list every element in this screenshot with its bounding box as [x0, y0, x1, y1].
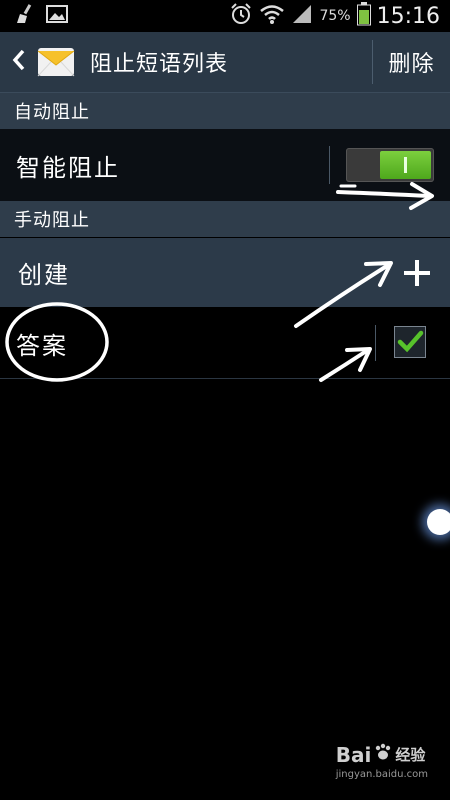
list-divider — [0, 378, 450, 379]
row-divider — [329, 146, 330, 184]
battery-icon — [356, 2, 371, 30]
section-header-auto-block: 自动阻止 — [0, 93, 450, 129]
page-title: 阻止短语列表 — [90, 52, 229, 77]
battery-percent: 75% — [319, 8, 351, 24]
list-item[interactable]: 答案 — [0, 308, 450, 378]
broom-icon — [14, 3, 36, 29]
watermark-logo: Bai 经验 — [336, 742, 428, 767]
alarm-icon — [229, 2, 253, 30]
back-button[interactable] — [4, 32, 34, 92]
paw-icon — [373, 742, 393, 767]
signal-icon — [291, 3, 313, 29]
status-bar: 75% 15:16 — [0, 0, 450, 32]
watermark-logo-suffix: 经验 — [395, 746, 426, 764]
watermark-url: jingyan.baidu.com — [335, 769, 428, 780]
create-row[interactable]: 创建 — [0, 238, 450, 307]
create-label: 创建 — [18, 261, 70, 289]
message-envelope-icon — [36, 42, 76, 82]
add-icon[interactable] — [396, 252, 438, 294]
toggle-knob — [380, 151, 431, 179]
watermark: Bai 经验 jingyan.baidu.com — [335, 742, 428, 781]
row-divider — [375, 325, 376, 361]
section-header-manual-block: 手动阻止 — [0, 201, 450, 237]
floating-dot[interactable] — [427, 509, 450, 535]
phrase-checkbox[interactable] — [394, 326, 426, 358]
delete-button[interactable]: 删除 — [373, 32, 450, 92]
chevron-left-icon — [11, 48, 27, 76]
watermark-logo-text: Bai — [335, 742, 372, 767]
smart-block-toggle[interactable] — [346, 148, 434, 182]
clock: 15:16 — [376, 3, 440, 29]
phrase-text: 答案 — [16, 331, 68, 360]
smart-block-label: 智能阻止 — [16, 153, 120, 182]
wifi-icon — [259, 2, 285, 30]
action-bar: 阻止短语列表 删除 — [0, 32, 450, 93]
image-icon — [46, 4, 68, 28]
